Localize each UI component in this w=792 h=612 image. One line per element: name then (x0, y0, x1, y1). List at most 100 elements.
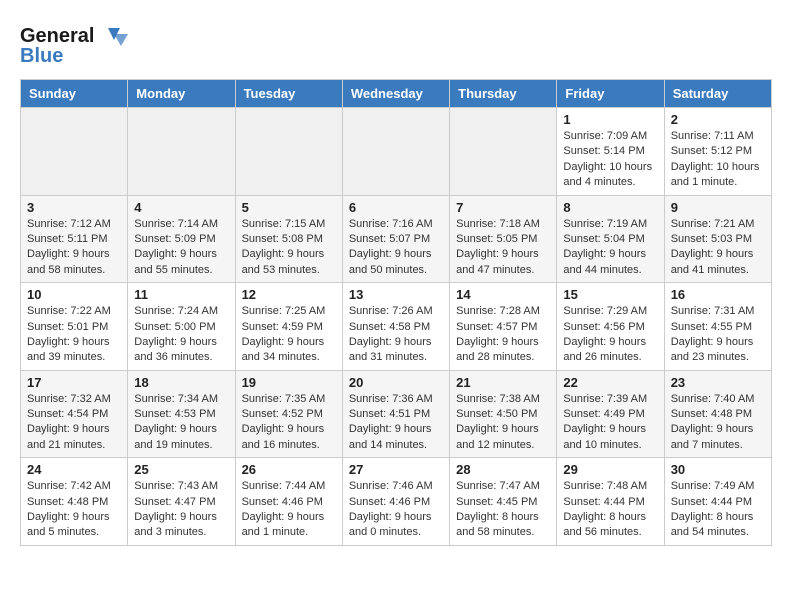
day-number: 17 (27, 375, 121, 390)
day-number: 27 (349, 462, 443, 477)
day-header-thursday: Thursday (450, 80, 557, 108)
day-info: Sunrise: 7:34 AM Sunset: 4:53 PM Dayligh… (134, 392, 228, 454)
calendar-cell: 22Sunrise: 7:39 AM Sunset: 4:49 PM Dayli… (557, 370, 664, 458)
calendar-cell: 5 Sunrise: 7:15 AM Sunset: 5:08 PM Daylig… (235, 195, 342, 283)
calendar-cell (21, 108, 128, 196)
day-header-tuesday: Tuesday (235, 80, 342, 108)
calendar-cell: 19 Sunrise: 7:35 AM Sunset: 4:52 PM Dayli… (235, 370, 342, 458)
calendar-cell: 13 Sunrise: 7:26 AM Sunset: 4:58 PM Dayli… (342, 283, 449, 371)
day-info: Sunrise: 7:38 AM Sunset: 4:50 PM Dayligh… (456, 392, 550, 454)
day-number: 1 (563, 112, 657, 127)
day-header-friday: Friday (557, 80, 664, 108)
header-row: General Blue (20, 20, 772, 69)
day-number: 3 (27, 200, 121, 215)
svg-text:General: General (20, 25, 94, 47)
day-number: 28 (456, 462, 550, 477)
calendar-cell: 29 Sunrise: 7:48 AM Sunset: 4:44 PM Dayli… (557, 458, 664, 546)
calendar-cell: 9 Sunrise: 7:21 AM Sunset: 5:03 PM Daylig… (664, 195, 771, 283)
day-info: Sunrise: 7:29 AM Sunset: 4:56 PM Dayligh… (563, 304, 657, 366)
calendar-table: SundayMondayTuesdayWednesdayThursdayFrid… (20, 79, 772, 546)
calendar-cell: 16 Sunrise: 7:31 AM Sunset: 4:55 PM Dayli… (664, 283, 771, 371)
day-info: Sunrise: 7:09 AM Sunset: 5:14 PM Dayligh… (563, 129, 657, 191)
day-info: Sunrise: 7:15 AM Sunset: 5:08 PM Dayligh… (242, 217, 336, 279)
day-number: 25 (134, 462, 228, 477)
calendar-cell (450, 108, 557, 196)
calendar-cell (235, 108, 342, 196)
calendar-cell: 26Sunrise: 7:44 AM Sunset: 4:46 PM Dayli… (235, 458, 342, 546)
day-info: Sunrise: 7:48 AM Sunset: 4:44 PM Dayligh… (563, 479, 657, 541)
day-number: 10 (27, 287, 121, 302)
day-number: 6 (349, 200, 443, 215)
day-info: Sunrise: 7:49 AM Sunset: 4:44 PM Dayligh… (671, 479, 765, 541)
calendar-cell: 10 Sunrise: 7:22 AM Sunset: 5:01 PM Dayli… (21, 283, 128, 371)
calendar-cell: 3 Sunrise: 7:12 AM Sunset: 5:11 PM Daylig… (21, 195, 128, 283)
day-info: Sunrise: 7:46 AM Sunset: 4:46 PM Dayligh… (349, 479, 443, 541)
day-number: 18 (134, 375, 228, 390)
day-info: Sunrise: 7:24 AM Sunset: 5:00 PM Dayligh… (134, 304, 228, 366)
day-info: Sunrise: 7:11 AM Sunset: 5:12 PM Dayligh… (671, 129, 765, 191)
page-container: General Blue SundayMondayTuesdayWednesda… (0, 0, 792, 556)
day-number: 8 (563, 200, 657, 215)
day-number: 5 (242, 200, 336, 215)
day-info: Sunrise: 7:47 AM Sunset: 4:45 PM Dayligh… (456, 479, 550, 541)
day-number: 16 (671, 287, 765, 302)
calendar-cell: 11 Sunrise: 7:24 AM Sunset: 5:00 PM Dayli… (128, 283, 235, 371)
svg-text:Blue: Blue (20, 45, 63, 64)
day-number: 4 (134, 200, 228, 215)
day-number: 20 (349, 375, 443, 390)
calendar-week-1: 3 Sunrise: 7:12 AM Sunset: 5:11 PM Daylig… (21, 195, 772, 283)
day-number: 29 (563, 462, 657, 477)
calendar-cell: 25Sunrise: 7:43 AM Sunset: 4:47 PM Dayli… (128, 458, 235, 546)
day-info: Sunrise: 7:14 AM Sunset: 5:09 PM Dayligh… (134, 217, 228, 279)
calendar-cell: 30Sunrise: 7:49 AM Sunset: 4:44 PM Dayli… (664, 458, 771, 546)
day-number: 13 (349, 287, 443, 302)
calendar-cell: 6 Sunrise: 7:16 AM Sunset: 5:07 PM Daylig… (342, 195, 449, 283)
day-info: Sunrise: 7:28 AM Sunset: 4:57 PM Dayligh… (456, 304, 550, 366)
calendar-cell: 21 Sunrise: 7:38 AM Sunset: 4:50 PM Dayli… (450, 370, 557, 458)
day-info: Sunrise: 7:19 AM Sunset: 5:04 PM Dayligh… (563, 217, 657, 279)
calendar-cell: 4 Sunrise: 7:14 AM Sunset: 5:09 PM Daylig… (128, 195, 235, 283)
day-header-sunday: Sunday (21, 80, 128, 108)
day-info: Sunrise: 7:22 AM Sunset: 5:01 PM Dayligh… (27, 304, 121, 366)
day-info: Sunrise: 7:21 AM Sunset: 5:03 PM Dayligh… (671, 217, 765, 279)
day-number: 9 (671, 200, 765, 215)
day-info: Sunrise: 7:16 AM Sunset: 5:07 PM Dayligh… (349, 217, 443, 279)
day-number: 14 (456, 287, 550, 302)
day-info: Sunrise: 7:32 AM Sunset: 4:54 PM Dayligh… (27, 392, 121, 454)
day-info: Sunrise: 7:12 AM Sunset: 5:11 PM Dayligh… (27, 217, 121, 279)
calendar-cell (342, 108, 449, 196)
calendar-cell: 14 Sunrise: 7:28 AM Sunset: 4:57 PM Dayli… (450, 283, 557, 371)
calendar-cell: 28 Sunrise: 7:47 AM Sunset: 4:45 PM Dayli… (450, 458, 557, 546)
day-info: Sunrise: 7:42 AM Sunset: 4:48 PM Dayligh… (27, 479, 121, 541)
day-number: 21 (456, 375, 550, 390)
day-number: 24 (27, 462, 121, 477)
calendar-body: 1 Sunrise: 7:09 AM Sunset: 5:14 PM Daylig… (21, 108, 772, 546)
day-number: 26 (242, 462, 336, 477)
day-number: 23 (671, 375, 765, 390)
day-info: Sunrise: 7:39 AM Sunset: 4:49 PM Dayligh… (563, 392, 657, 454)
day-number: 15 (563, 287, 657, 302)
day-info: Sunrise: 7:18 AM Sunset: 5:05 PM Dayligh… (456, 217, 550, 279)
day-header-saturday: Saturday (664, 80, 771, 108)
logo: General Blue (20, 20, 130, 69)
calendar-header: SundayMondayTuesdayWednesdayThursdayFrid… (21, 80, 772, 108)
calendar-cell: 18 Sunrise: 7:34 AM Sunset: 4:53 PM Dayli… (128, 370, 235, 458)
calendar-cell: 8 Sunrise: 7:19 AM Sunset: 5:04 PM Daylig… (557, 195, 664, 283)
calendar-cell: 2Sunrise: 7:11 AM Sunset: 5:12 PM Daylig… (664, 108, 771, 196)
day-info: Sunrise: 7:35 AM Sunset: 4:52 PM Dayligh… (242, 392, 336, 454)
logo-svg: General Blue (20, 20, 130, 64)
day-info: Sunrise: 7:25 AM Sunset: 4:59 PM Dayligh… (242, 304, 336, 366)
day-number: 12 (242, 287, 336, 302)
day-number: 11 (134, 287, 228, 302)
calendar-week-4: 24 Sunrise: 7:42 AM Sunset: 4:48 PM Dayli… (21, 458, 772, 546)
day-header-monday: Monday (128, 80, 235, 108)
day-info: Sunrise: 7:40 AM Sunset: 4:48 PM Dayligh… (671, 392, 765, 454)
day-info: Sunrise: 7:26 AM Sunset: 4:58 PM Dayligh… (349, 304, 443, 366)
day-number: 19 (242, 375, 336, 390)
day-info: Sunrise: 7:31 AM Sunset: 4:55 PM Dayligh… (671, 304, 765, 366)
calendar-cell: 1 Sunrise: 7:09 AM Sunset: 5:14 PM Daylig… (557, 108, 664, 196)
calendar-cell: 24 Sunrise: 7:42 AM Sunset: 4:48 PM Dayli… (21, 458, 128, 546)
calendar-cell: 27 Sunrise: 7:46 AM Sunset: 4:46 PM Dayli… (342, 458, 449, 546)
calendar-cell: 20Sunrise: 7:36 AM Sunset: 4:51 PM Dayli… (342, 370, 449, 458)
calendar-cell: 7Sunrise: 7:18 AM Sunset: 5:05 PM Daylig… (450, 195, 557, 283)
